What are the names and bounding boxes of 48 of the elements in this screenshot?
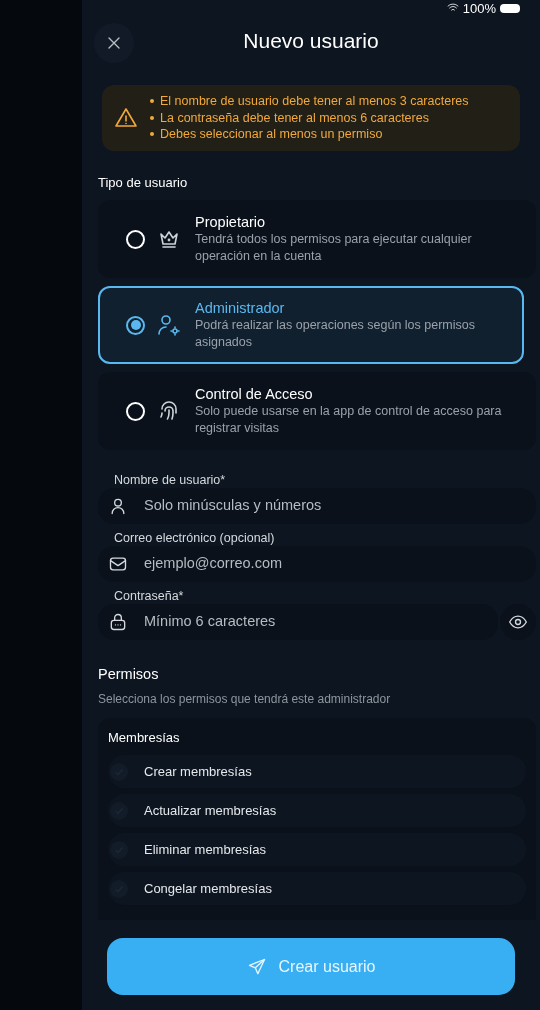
permission-label: Congelar membresías — [144, 880, 272, 898]
option-description: Solo puede usarse en la app de control de acceso para registrar visitas — [195, 403, 503, 437]
bullet-icon — [150, 115, 154, 120]
permission-item[interactable]: Congelar membresías — [108, 872, 526, 906]
option-title: Control de Acceso — [195, 385, 314, 403]
wifi-icon — [446, 2, 459, 14]
permission-item[interactable]: Actualizar membresías — [108, 794, 526, 828]
group-title: Membresías — [108, 728, 181, 747]
checkbox[interactable] — [110, 840, 128, 859]
checkbox[interactable] — [110, 879, 128, 898]
alert-message: La contraseña debe tener al menos 6 caracteres — [160, 109, 429, 126]
permission-label: Eliminar membresías — [144, 841, 267, 859]
battery-icon — [500, 3, 520, 13]
field-label: Nombre de usuario* — [114, 472, 227, 488]
section-title: Permisos — [98, 665, 160, 684]
input-field[interactable]: Solo minúsculas y números — [98, 488, 536, 524]
field-label: Contraseña* — [114, 588, 185, 604]
alert-message: Debes seleccionar al menos un permiso — [160, 126, 383, 143]
user-type-option[interactable]: Control de Acceso Solo puede usarse en la app de control de acceso para registrar visitas — [98, 372, 536, 450]
radio-button[interactable] — [126, 315, 145, 335]
permission-item[interactable]: Eliminar membresías — [108, 833, 526, 867]
user-gear-icon — [157, 313, 181, 337]
warning-icon — [114, 105, 138, 130]
permission-label: Actualizar membresías — [144, 802, 277, 820]
bullet-icon — [150, 99, 154, 104]
section-subtitle: Selecciona los permisos que tendrá este administrador — [98, 690, 392, 708]
alert-message: El nombre de usuario debe tener al menos 3 caracteres — [160, 93, 469, 110]
permission-item[interactable]: Crear membresías — [108, 755, 526, 789]
user-type-option[interactable]: Administrador Podrá realizar las operaciones según los permisos asignados — [98, 286, 524, 364]
checkbox[interactable] — [110, 762, 128, 781]
option-description: Tendrá todos los permisos para ejecutar cualquier operación en la cuenta — [195, 231, 473, 265]
show-password-button[interactable] — [500, 604, 536, 640]
input-field[interactable]: Mínimo 6 caracteres — [98, 604, 498, 640]
bullet-icon — [150, 132, 154, 137]
checkbox[interactable] — [110, 801, 128, 820]
option-title: Propietario — [195, 213, 267, 231]
close-button[interactable] — [94, 23, 134, 63]
user-type-option[interactable]: Propietario Tendrá todos los permisos para ejecutar cualquier operación en la cuenta — [98, 200, 536, 278]
battery-percentage: 100% — [462, 1, 496, 15]
screen-title: Nuevo usuario — [243, 28, 379, 55]
permission-label: Crear membresías — [144, 763, 252, 781]
send-icon — [246, 956, 267, 977]
field-label: Correo electrónico (opcional) — [114, 530, 276, 546]
section-label: Tipo de usuario — [98, 173, 189, 192]
lock-icon — [108, 612, 128, 632]
option-description: Podrá realizar las operaciones según los permisos asignados — [195, 317, 476, 351]
option-title: Administrador — [195, 299, 286, 317]
input-field[interactable]: ejemplo@correo.com — [98, 546, 536, 582]
